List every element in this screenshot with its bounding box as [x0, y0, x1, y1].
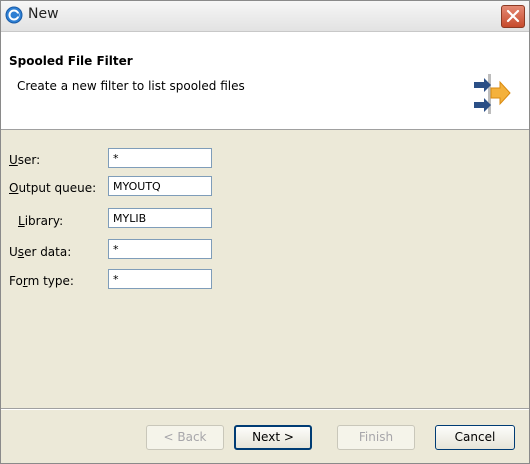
wizard-arrows-icon	[474, 74, 511, 114]
form-type-label: Form type:	[9, 274, 74, 288]
page-title: Spooled File Filter	[9, 54, 133, 68]
user-input[interactable]	[108, 148, 212, 168]
page-description: Create a new filter to list spooled file…	[17, 79, 245, 93]
wizard-header: Spooled File Filter Create a new filter …	[1, 32, 529, 130]
user-data-input[interactable]	[108, 239, 212, 259]
user-data-label: User data:	[9, 245, 72, 259]
cancel-button[interactable]: Cancel	[435, 425, 515, 450]
title-bar[interactable]: New	[1, 1, 529, 32]
new-wizard-dialog: New Spooled File Filter Create a new fil…	[0, 0, 530, 464]
button-separator	[1, 408, 529, 410]
app-icon	[5, 6, 23, 24]
window-title: New	[28, 6, 59, 22]
library-input[interactable]	[108, 208, 212, 228]
back-button[interactable]: < Back	[146, 425, 224, 450]
finish-button[interactable]: Finish	[337, 425, 415, 450]
close-button[interactable]	[501, 5, 525, 28]
output-queue-label: Output queue:	[9, 181, 97, 195]
form-type-input[interactable]	[108, 269, 212, 289]
next-button[interactable]: Next >	[234, 425, 312, 450]
user-label: User:	[9, 153, 41, 167]
close-icon	[506, 9, 520, 23]
filter-form: User: Output queue: Library: User data: …	[1, 130, 529, 408]
output-queue-input[interactable]	[108, 176, 212, 196]
library-label: Library:	[18, 214, 64, 228]
